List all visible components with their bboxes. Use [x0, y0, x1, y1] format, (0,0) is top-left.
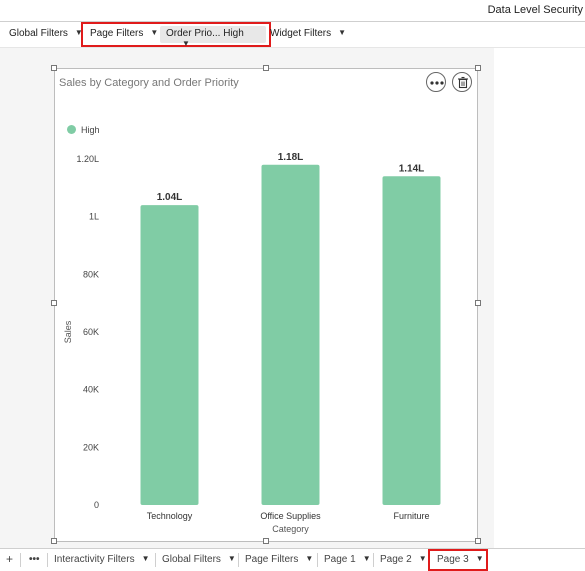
tab-label: Page 2 [380, 554, 412, 565]
tab-label: Interactivity Filters [54, 554, 135, 565]
caret-down-icon: ▼ [418, 554, 427, 563]
x-tick-label: Furniture [393, 511, 429, 521]
tab-divider [373, 553, 374, 567]
tab-interactivity-filters[interactable]: Interactivity Filters ▼ [54, 554, 150, 565]
caret-down-icon: ▼ [141, 554, 150, 563]
caret-down-icon: ▼ [362, 554, 371, 563]
tab-divider [155, 553, 156, 567]
caret-down-icon: ▼ [150, 28, 159, 37]
x-axis-label: Category [272, 524, 309, 534]
tab-page-1[interactable]: Page 1 ▼ [324, 554, 371, 565]
x-tick-label: Office Supplies [260, 511, 321, 521]
data-label: 1.04L [157, 192, 183, 203]
resize-handle[interactable] [51, 300, 57, 306]
y-tick-label: 1L [89, 212, 99, 222]
y-tick-label: 0 [94, 500, 99, 510]
bar-chart: 0 20K 40K 60K 80K 1L 1.20L Sales 1.04L Technology… [63, 152, 441, 534]
resize-handle[interactable] [475, 300, 481, 306]
resize-handle[interactable] [51, 538, 57, 544]
bar [140, 205, 199, 505]
page-filters-dropdown[interactable]: Page Filters ▼ [90, 28, 158, 39]
tab-label: Page Filters [245, 554, 299, 565]
resize-handle[interactable] [263, 65, 269, 71]
order-priority-label: Order Prio... High [166, 28, 244, 39]
tab-divider [238, 553, 239, 567]
caret-down-icon: ▼ [338, 28, 347, 37]
resize-handle[interactable] [51, 65, 57, 71]
resize-handle[interactable] [475, 538, 481, 544]
tab-page-2[interactable]: Page 2 ▼ [380, 554, 427, 565]
y-tick-label: 40K [83, 385, 99, 395]
page-tabs-bar: + ••• Interactivity Filters ▼ Global Filt… [0, 548, 585, 571]
tab-divider [20, 553, 21, 567]
widget-filters-label: Widget Filters [270, 28, 332, 39]
data-label: 1.14L [399, 163, 425, 174]
y-tick-label: 1.20L [76, 154, 99, 164]
global-filters-dropdown[interactable]: Global Filters ▼ [9, 28, 83, 39]
tab-divider [47, 553, 48, 567]
filter-bar: Global Filters ▼ Page Filters ▼ Order Prio… [0, 22, 585, 48]
tab-global-filters[interactable]: Global Filters ▼ [162, 554, 236, 565]
chart-widget[interactable]: Sales by Category and Order Priority Hig… [54, 68, 478, 542]
tab-label: Page 3 [437, 554, 469, 565]
tab-divider [317, 553, 318, 567]
bar [261, 164, 320, 505]
caret-down-icon: ▼ [227, 554, 236, 563]
order-priority-chip[interactable]: Order Prio... High▼ [160, 26, 266, 48]
resize-handle[interactable] [263, 538, 269, 544]
resize-handle[interactable] [475, 65, 481, 71]
y-tick-label: 60K [83, 327, 99, 337]
data-label: 1.18L [278, 152, 304, 163]
page-filters-label: Page Filters [90, 28, 144, 39]
tab-label: Page 1 [324, 554, 356, 565]
y-tick-label: 80K [83, 269, 99, 279]
right-panel [494, 48, 585, 548]
add-page-button[interactable]: + [6, 552, 13, 566]
top-bar: Data Level Security [0, 0, 585, 22]
y-tick-label: 20K [83, 442, 99, 452]
caret-down-icon: ▼ [182, 39, 190, 48]
tab-label: Global Filters [162, 554, 221, 565]
app-title: Data Level Security [487, 4, 583, 16]
bar [382, 176, 441, 506]
x-tick-label: Technology [147, 511, 193, 521]
more-pages-button[interactable]: ••• [29, 554, 40, 565]
caret-down-icon: ▼ [475, 554, 484, 563]
tab-page-3[interactable]: Page 3 ▼ [437, 554, 484, 565]
tab-page-filters[interactable]: Page Filters ▼ [245, 554, 313, 565]
y-axis-label: Sales [63, 320, 73, 343]
widget-filters-dropdown[interactable]: Widget Filters ▼ [270, 28, 346, 39]
caret-down-icon: ▼ [305, 554, 314, 563]
global-filters-label: Global Filters [9, 28, 68, 39]
